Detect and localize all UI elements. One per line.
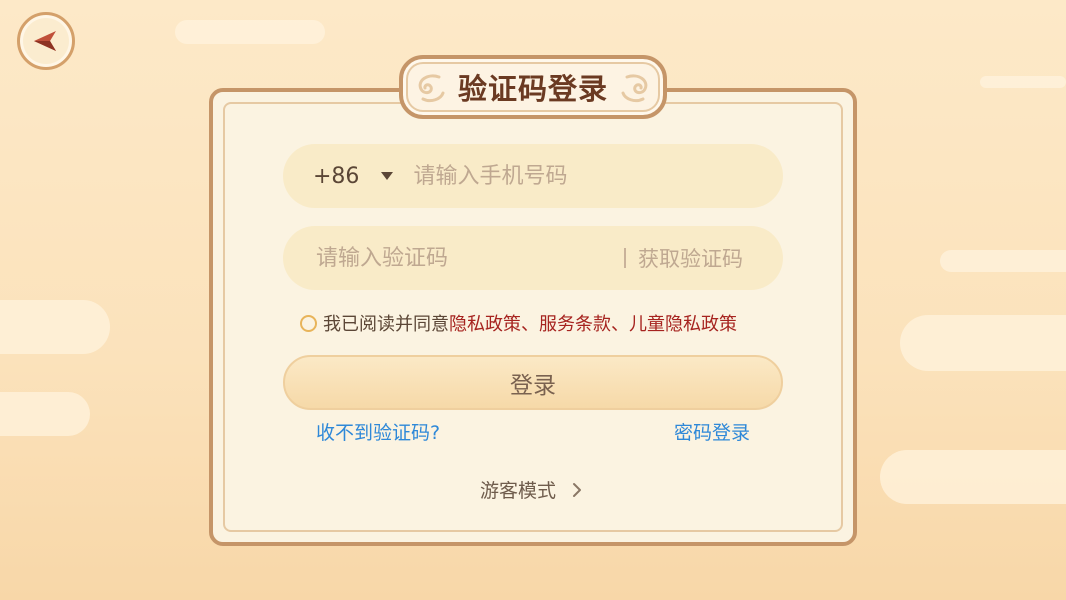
child-privacy-link[interactable]: 儿童隐私政策	[629, 310, 737, 336]
agreement-row: 我已阅读并同意 隐私政策 、 服务条款 、 儿童隐私政策	[300, 310, 737, 336]
agreement-prefix: 我已阅读并同意	[323, 314, 449, 335]
password-login-link[interactable]: 密码登录	[674, 418, 750, 445]
agreement-checkbox[interactable]	[300, 314, 317, 332]
guest-mode-button[interactable]: 游客模式	[480, 476, 584, 503]
title-plaque: 验证码登录	[399, 55, 667, 119]
cloud-decoration	[0, 300, 110, 354]
divider	[624, 248, 626, 268]
cloud-swirl-icon	[621, 74, 648, 103]
guest-mode-label: 游客模式	[480, 480, 557, 502]
cloud-decoration	[0, 392, 90, 436]
separator: 、	[611, 314, 629, 335]
verification-code-input[interactable]	[316, 226, 616, 290]
separator: 、	[521, 314, 539, 335]
country-code[interactable]: +86	[313, 164, 359, 189]
login-button[interactable]: 登录	[283, 355, 783, 410]
page-title: 验证码登录	[457, 72, 608, 106]
privacy-policy-link[interactable]: 隐私政策	[449, 310, 521, 336]
get-code-button[interactable]: 获取验证码	[638, 243, 743, 273]
cloud-swirl-icon	[418, 74, 445, 103]
phone-input[interactable]	[413, 144, 754, 208]
terms-link[interactable]: 服务条款	[539, 310, 611, 336]
verification-code-field: 获取验证码	[283, 226, 783, 290]
chevron-right-icon	[573, 482, 582, 497]
cloud-decoration	[980, 76, 1066, 88]
no-code-link[interactable]: 收不到验证码?	[316, 418, 440, 445]
phone-field: +86	[283, 144, 783, 208]
cloud-decoration	[940, 250, 1066, 272]
cloud-decoration	[175, 20, 325, 44]
cloud-decoration	[900, 315, 1066, 371]
back-arrow-icon	[34, 31, 56, 51]
caret-down-icon[interactable]	[381, 172, 394, 180]
cloud-decoration	[880, 450, 1066, 504]
back-button[interactable]	[17, 12, 75, 70]
